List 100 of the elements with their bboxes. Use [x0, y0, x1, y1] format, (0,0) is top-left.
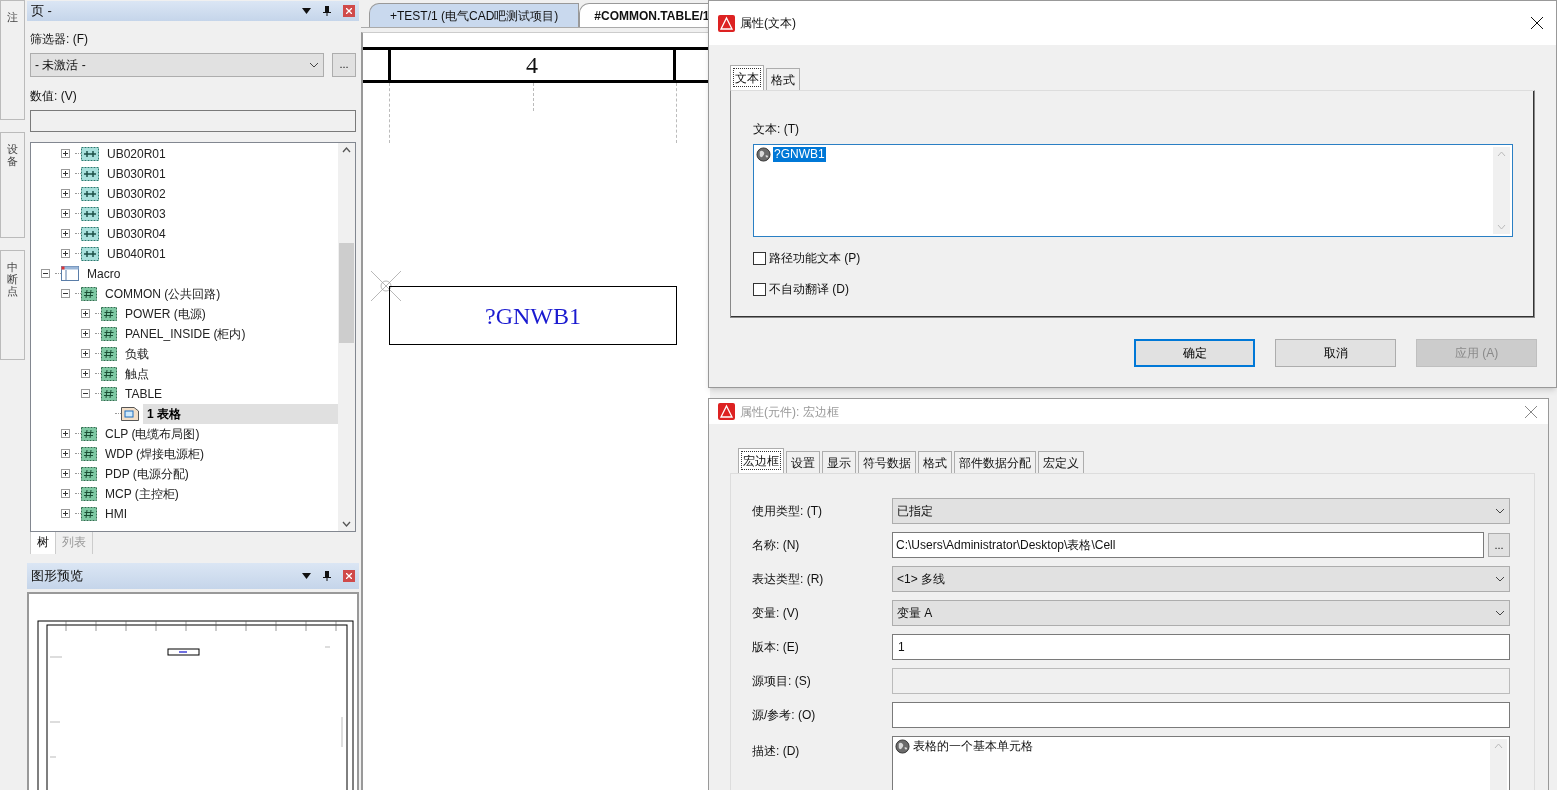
expand-toggle[interactable]	[81, 309, 90, 318]
tab[interactable]: 格式	[766, 68, 800, 90]
tree-item[interactable]: TABLE	[121, 383, 171, 404]
checkbox[interactable]	[753, 251, 766, 265]
chevron-down-icon	[1495, 610, 1505, 616]
expand-toggle[interactable]	[81, 369, 90, 378]
tab[interactable]: 符号数据	[858, 451, 916, 473]
window-icon	[61, 266, 79, 281]
scroll-thumb[interactable]	[339, 242, 354, 343]
filter-select[interactable]: - 未激活 -	[30, 52, 324, 77]
expand-toggle[interactable]	[61, 449, 70, 458]
tree-item[interactable]: Macro	[83, 263, 129, 284]
plus-icon	[62, 430, 69, 437]
tree-item[interactable]: HMI	[101, 503, 135, 524]
close-button[interactable]	[343, 569, 355, 582]
dialog-button[interactable]: 确定	[1134, 339, 1255, 367]
field-label: 版本: (E)	[752, 639, 800, 656]
dropdown-icon[interactable]	[302, 572, 311, 579]
tab[interactable]: 文本	[730, 65, 764, 90]
globe-icon	[756, 147, 771, 162]
tab[interactable]: 树	[30, 531, 56, 554]
pin-icon[interactable]	[323, 570, 331, 581]
description-field[interactable]: 表格的一个基本单元格	[892, 736, 1510, 790]
dropdown[interactable]: <1> 多线	[892, 566, 1510, 592]
expand-toggle[interactable]	[61, 209, 70, 218]
expand-toggle[interactable]	[61, 249, 70, 258]
tree-item[interactable]: UB030R03	[103, 203, 174, 224]
document-tab[interactable]: +TEST/1 (电气CAD吧测试项目)	[369, 3, 580, 27]
close-button[interactable]	[343, 4, 355, 17]
expand-toggle[interactable]	[61, 189, 70, 198]
scrollbar[interactable]	[1490, 739, 1507, 790]
tree-item[interactable]: PANEL_INSIDE (柜内)	[121, 323, 254, 344]
tree-item[interactable]: MCP (主控柜)	[101, 483, 187, 504]
tree-item[interactable]: 触点	[121, 363, 157, 384]
expand-toggle[interactable]	[81, 329, 90, 338]
plus-icon	[62, 210, 69, 217]
expand-toggle[interactable]	[61, 149, 70, 158]
text-area[interactable]: ?GNWB1	[753, 144, 1513, 237]
tree-item[interactable]: 负载	[121, 343, 157, 364]
tree-item[interactable]: 1 表格	[143, 403, 338, 424]
panel-title: 图形预览	[31, 566, 84, 585]
tree-item[interactable]: UB030R04	[103, 223, 174, 244]
tree-item[interactable]: POWER (电源)	[121, 303, 214, 324]
field-label: 变量: (V)	[752, 605, 800, 622]
value-field[interactable]	[30, 109, 356, 132]
expand-toggle[interactable]	[61, 489, 70, 498]
browse-button[interactable]: ...	[332, 52, 356, 77]
tree-item[interactable]: CLP (电缆布局图)	[101, 423, 208, 444]
macro-icon	[81, 206, 99, 221]
dropdown[interactable]: 变量 A	[892, 600, 1510, 626]
scrollbar[interactable]	[338, 142, 355, 531]
collapse-toggle[interactable]	[61, 289, 70, 298]
tab[interactable]: 宏边框	[738, 448, 784, 473]
expand-toggle[interactable]	[81, 349, 90, 358]
plus-icon	[82, 370, 89, 377]
hash-icon	[81, 426, 97, 441]
tab[interactable]: 设置	[786, 451, 820, 473]
side-tab[interactable]: 中断点	[0, 250, 25, 360]
page-icon	[121, 406, 139, 421]
name-field[interactable]: C:\Users\Administrator\Desktop\表格\Cell	[892, 532, 1484, 558]
browse-button[interactable]: ...	[1488, 533, 1510, 557]
tree-item[interactable]: PDP (电源分配)	[101, 463, 197, 484]
close-icon[interactable]	[1531, 17, 1543, 29]
checkbox[interactable]	[753, 282, 766, 296]
side-tab[interactable]: 注	[0, 0, 25, 120]
chevron-down-icon	[309, 61, 319, 68]
dialog-button[interactable]: 取消	[1275, 339, 1396, 367]
pin-icon[interactable]	[323, 5, 331, 16]
collapse-toggle[interactable]	[81, 389, 90, 398]
hash-icon	[101, 306, 117, 321]
hash-icon	[101, 366, 117, 381]
tab[interactable]: 显示	[822, 451, 856, 473]
input-field[interactable]: 1	[892, 634, 1510, 660]
app-icon	[718, 403, 735, 420]
tree-item[interactable]: UB040R01	[103, 243, 174, 264]
tree-item[interactable]: UB030R01	[103, 163, 174, 184]
tree-item[interactable]: UB020R01	[103, 143, 174, 164]
tree-item[interactable]: UB030R02	[103, 183, 174, 204]
field-label: 名称: (N)	[752, 537, 801, 554]
tab[interactable]: 格式	[918, 451, 952, 473]
expand-toggle[interactable]	[61, 469, 70, 478]
collapse-toggle[interactable]	[41, 269, 50, 278]
dialog-title: 属性(元件): 宏边框	[740, 403, 840, 421]
side-tab[interactable]: 设备	[0, 132, 25, 238]
plus-icon	[62, 190, 69, 197]
globe-icon	[895, 739, 910, 754]
dropdown[interactable]: 已指定	[892, 498, 1510, 524]
dropdown-icon[interactable]	[302, 7, 311, 14]
expand-toggle[interactable]	[61, 509, 70, 518]
expand-toggle[interactable]	[61, 429, 70, 438]
input-field[interactable]	[892, 702, 1510, 728]
tab[interactable]: 部件数据分配	[954, 451, 1036, 473]
expand-toggle[interactable]	[61, 169, 70, 178]
expand-toggle[interactable]	[61, 229, 70, 238]
tab[interactable]: 宏定义	[1038, 451, 1084, 473]
scroll-up-icon[interactable]	[342, 146, 351, 153]
plus-icon	[62, 510, 69, 517]
tree-item[interactable]: WDP (焊接电源柜)	[101, 443, 213, 464]
tree-item[interactable]: COMMON (公共回路)	[101, 283, 229, 304]
scroll-down-icon[interactable]	[342, 520, 351, 527]
